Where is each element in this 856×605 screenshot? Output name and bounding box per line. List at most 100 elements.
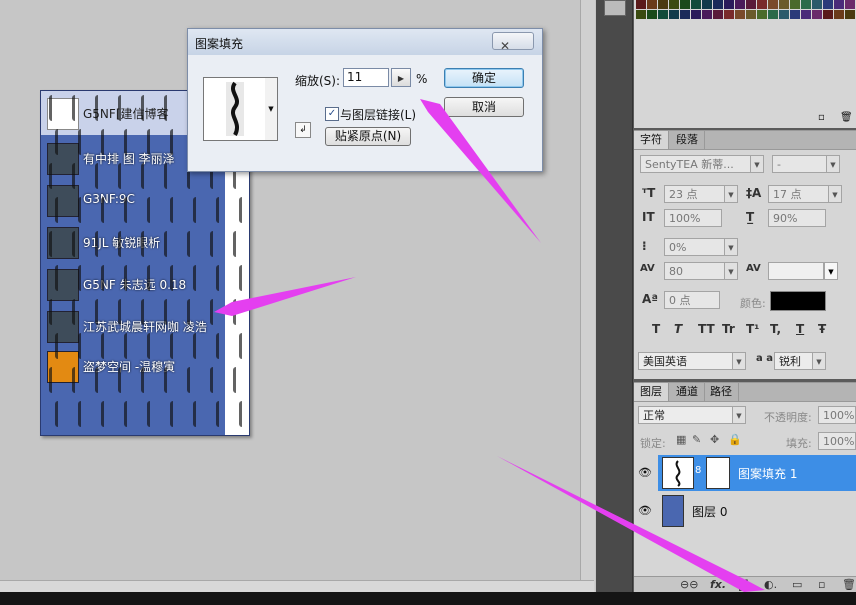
color-swatch[interactable] <box>779 0 789 9</box>
color-swatch[interactable] <box>647 10 657 19</box>
vertical-scale-field[interactable]: 100% <box>664 209 722 227</box>
tracking-ratio-field[interactable]: 0% <box>664 238 726 256</box>
faux-italic-button[interactable]: T <box>674 322 682 336</box>
color-swatch[interactable] <box>790 10 800 19</box>
horizontal-scale-field[interactable]: 90% <box>768 209 826 227</box>
new-swatch-icon[interactable]: ▫ <box>818 112 825 123</box>
color-swatch[interactable] <box>680 10 690 19</box>
color-swatch[interactable] <box>724 0 734 9</box>
ok-button[interactable]: 确定 <box>444 68 524 88</box>
trash-icon[interactable]: 🗑 <box>842 578 856 591</box>
vertical-scrollbar[interactable] <box>580 0 595 592</box>
language-select[interactable]: 美国英语 <box>638 352 734 370</box>
font-size-field[interactable]: 23 点 <box>664 185 726 203</box>
tab-layers[interactable]: 图层 <box>634 383 669 401</box>
adjustment-layer-icon[interactable]: ◐. <box>764 578 777 591</box>
lock-icon[interactable]: 🔒 <box>728 433 742 446</box>
chevron-down-icon[interactable]: ▼ <box>824 262 838 280</box>
color-swatch[interactable] <box>680 0 690 9</box>
blend-mode-select[interactable]: 正常 <box>638 406 734 424</box>
color-swatch[interactable] <box>746 10 756 19</box>
chevron-down-icon[interactable]: ▼ <box>724 185 738 203</box>
eye-icon[interactable]: 👁 <box>636 455 654 491</box>
underline-button[interactable]: T <box>796 322 804 336</box>
layer-row[interactable]: 8 图案填充 1 <box>658 455 856 491</box>
strikethrough-button[interactable]: Ŧ <box>818 322 826 336</box>
color-swatch[interactable] <box>834 0 844 9</box>
leading-field[interactable]: 17 点 <box>768 185 830 203</box>
tab-paths[interactable]: 路径 <box>704 383 739 401</box>
color-swatch[interactable] <box>790 0 800 9</box>
color-swatch[interactable] <box>768 10 778 19</box>
color-swatch[interactable] <box>757 10 767 19</box>
font-family-select[interactable]: SentyTEA 新蒂... <box>640 155 752 173</box>
chevron-down-icon[interactable]: ▼ <box>724 238 738 256</box>
dialog-titlebar[interactable]: 图案填充 ✕ <box>188 29 542 55</box>
color-swatch[interactable] <box>845 0 855 9</box>
tracking-field[interactable]: 80 <box>664 262 726 280</box>
chevron-down-icon[interactable]: ▼ <box>265 77 278 141</box>
snap-to-origin-button[interactable]: 贴紧原点(N) <box>325 127 411 146</box>
color-swatch[interactable] <box>713 0 723 9</box>
color-swatch[interactable] <box>658 0 668 9</box>
chevron-down-icon[interactable]: ▼ <box>750 155 764 173</box>
faux-bold-button[interactable]: T <box>652 322 660 336</box>
new-layer-icon[interactable]: ▫ <box>818 578 825 591</box>
cancel-button[interactable]: 取消 <box>444 97 524 117</box>
opacity-field[interactable]: 100% <box>818 406 856 424</box>
color-swatch[interactable] <box>724 10 734 19</box>
add-mask-icon[interactable]: ◙ <box>738 578 749 591</box>
tab-paragraph[interactable]: 段落 <box>670 131 705 149</box>
color-swatch[interactable] <box>735 10 745 19</box>
tab-character[interactable]: 字符 <box>634 131 669 149</box>
color-swatch[interactable] <box>735 0 745 9</box>
antialias-select[interactable]: 锐利 <box>774 352 814 370</box>
scale-slider-toggle[interactable]: ▶ <box>391 68 411 87</box>
color-swatch[interactable] <box>823 0 833 9</box>
fill-field[interactable]: 100% <box>818 432 856 450</box>
color-swatch[interactable] <box>658 10 668 19</box>
all-caps-button[interactable]: TT <box>698 322 715 336</box>
font-style-select[interactable]: - <box>772 155 828 173</box>
tab-channels[interactable]: 通道 <box>670 383 705 401</box>
link-with-layer-checkbox[interactable]: ✓ <box>325 107 339 121</box>
color-swatch[interactable] <box>691 0 701 9</box>
color-swatch[interactable] <box>801 0 811 9</box>
color-swatch[interactable] <box>768 0 778 9</box>
chevron-down-icon[interactable]: ▼ <box>732 352 746 370</box>
small-caps-button[interactable]: Tr <box>722 322 735 336</box>
color-swatch[interactable] <box>812 10 822 19</box>
color-swatch[interactable] <box>669 0 679 9</box>
pattern-picker[interactable] <box>203 77 267 141</box>
color-swatch[interactable] <box>823 10 833 19</box>
close-button[interactable]: ✕ <box>492 32 534 53</box>
color-swatch[interactable] <box>834 10 844 19</box>
move-icon[interactable]: ✥ <box>710 433 719 446</box>
brush-icon[interactable]: ✎ <box>692 433 701 446</box>
superscript-button[interactable]: T¹ <box>746 322 759 336</box>
eye-icon[interactable]: 👁 <box>636 493 654 529</box>
tool-preset-icon[interactable] <box>604 0 626 16</box>
chevron-down-icon[interactable]: ▼ <box>732 406 746 424</box>
color-swatch[interactable] <box>691 10 701 19</box>
color-swatch[interactable] <box>636 0 646 9</box>
trash-icon[interactable]: 🗑 <box>840 112 853 123</box>
fx-icon[interactable]: fx. <box>710 578 726 591</box>
link-layers-icon[interactable]: ⊖⊖ <box>680 578 698 591</box>
lock-pixels-icon[interactable]: ▦ <box>676 433 686 446</box>
color-swatch[interactable] <box>779 10 789 19</box>
color-swatch[interactable] <box>812 0 822 9</box>
color-swatch[interactable] <box>647 0 657 9</box>
chevron-down-icon[interactable]: ▼ <box>828 185 842 203</box>
chevron-down-icon[interactable]: ▼ <box>724 262 738 280</box>
chevron-down-icon[interactable]: ▼ <box>826 155 840 173</box>
scale-input[interactable]: 11 <box>343 68 389 87</box>
color-swatch[interactable] <box>713 10 723 19</box>
kerning-field[interactable] <box>768 262 824 280</box>
layer-row[interactable]: 图层 0 <box>658 493 856 529</box>
folder-icon[interactable]: ▭ <box>792 578 802 591</box>
color-swatch[interactable] <box>702 10 712 19</box>
chain-link-icon[interactable]: 8 <box>695 465 701 476</box>
color-swatch[interactable] <box>845 10 855 19</box>
color-swatch[interactable] <box>746 0 756 9</box>
